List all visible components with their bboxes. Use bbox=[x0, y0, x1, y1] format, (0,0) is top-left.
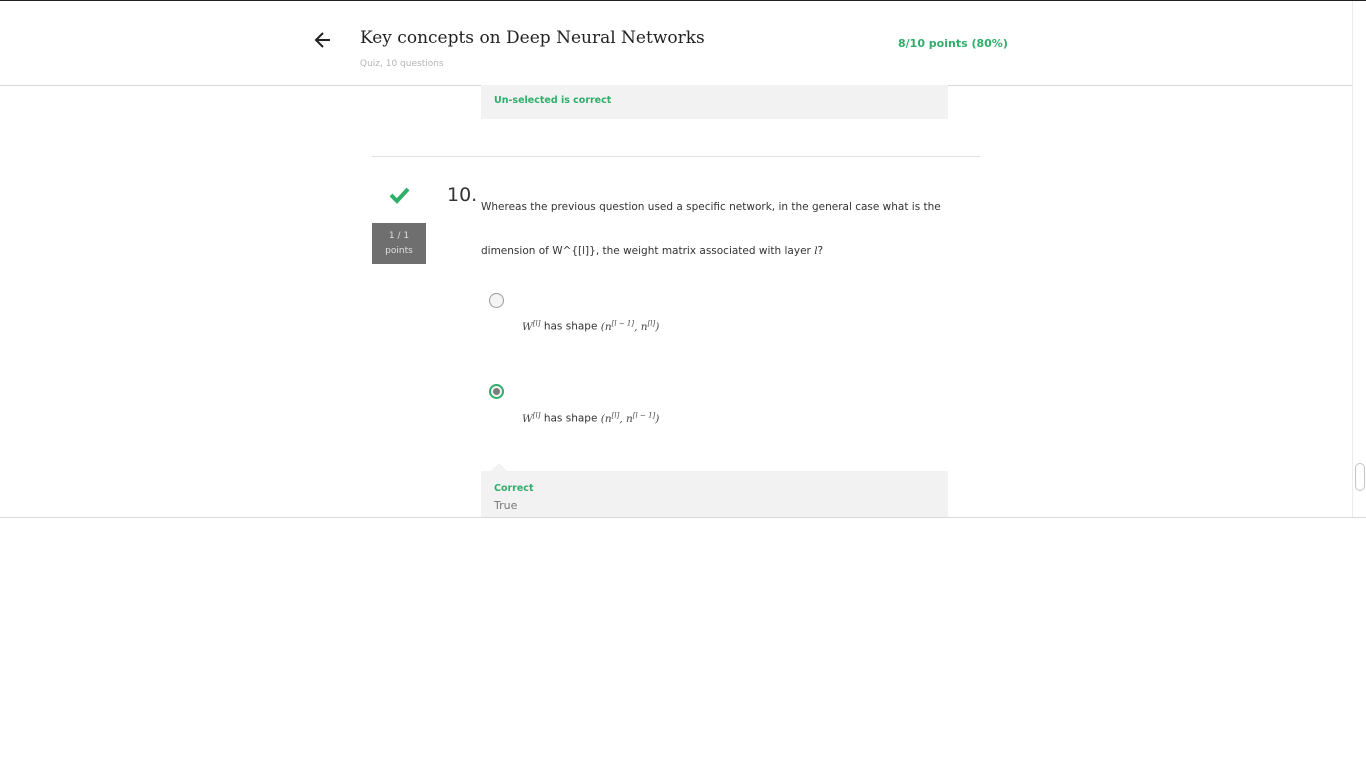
option-2-radio[interactable] bbox=[489, 384, 504, 399]
quiz-subtitle: Quiz, 10 questions bbox=[360, 59, 444, 69]
question-divider bbox=[372, 156, 980, 157]
quiz-viewport: Key concepts on Deep Neural Networks Qui… bbox=[0, 0, 1366, 518]
option-2-label[interactable]: W[l] has shape (n[l], n[l − 1]) bbox=[522, 411, 659, 425]
answer-feedback: Correct True bbox=[481, 471, 948, 517]
points-value: 1 / 1 bbox=[388, 231, 410, 241]
quiz-title: Key concepts on Deep Neural Networks bbox=[360, 28, 705, 48]
previous-question-feedback: Un-selected is correct bbox=[481, 85, 948, 119]
scrollbar[interactable] bbox=[1352, 1, 1366, 517]
feedback-text: True bbox=[494, 499, 518, 512]
option-1-shape: (n[l − 1], n[l]) bbox=[600, 319, 660, 333]
question-text-end: ? bbox=[817, 245, 824, 257]
quiz-score: 8/10 points (80%) bbox=[898, 37, 1008, 50]
feedback-pointer bbox=[491, 463, 507, 471]
option-2-mid: has shape bbox=[540, 412, 601, 425]
points-badge: 1 / 1 points bbox=[372, 223, 426, 264]
question-number: 10. bbox=[447, 184, 478, 206]
option-1-label[interactable]: W[l] has shape (n[l − 1], n[l]) bbox=[522, 319, 659, 333]
scrollbar-thumb[interactable] bbox=[1355, 463, 1365, 491]
previous-feedback-label: Un-selected is correct bbox=[494, 95, 612, 106]
quiz-header: Key concepts on Deep Neural Networks Qui… bbox=[0, 1, 1352, 86]
checkmark-icon bbox=[389, 187, 410, 204]
points-label: points bbox=[385, 246, 413, 256]
option-1-w: W[l] bbox=[522, 319, 541, 333]
option-2-shape: (n[l], n[l − 1]) bbox=[600, 411, 660, 425]
feedback-label: Correct bbox=[494, 483, 534, 494]
question-text-main: Whereas the previous question used a spe… bbox=[481, 201, 941, 257]
option-1-radio[interactable] bbox=[489, 293, 504, 308]
question-text: Whereas the previous question used a spe… bbox=[481, 185, 951, 273]
back-arrow-icon[interactable] bbox=[312, 29, 334, 51]
option-2-w: W[l] bbox=[522, 411, 541, 425]
option-1-mid: has shape bbox=[540, 320, 601, 333]
